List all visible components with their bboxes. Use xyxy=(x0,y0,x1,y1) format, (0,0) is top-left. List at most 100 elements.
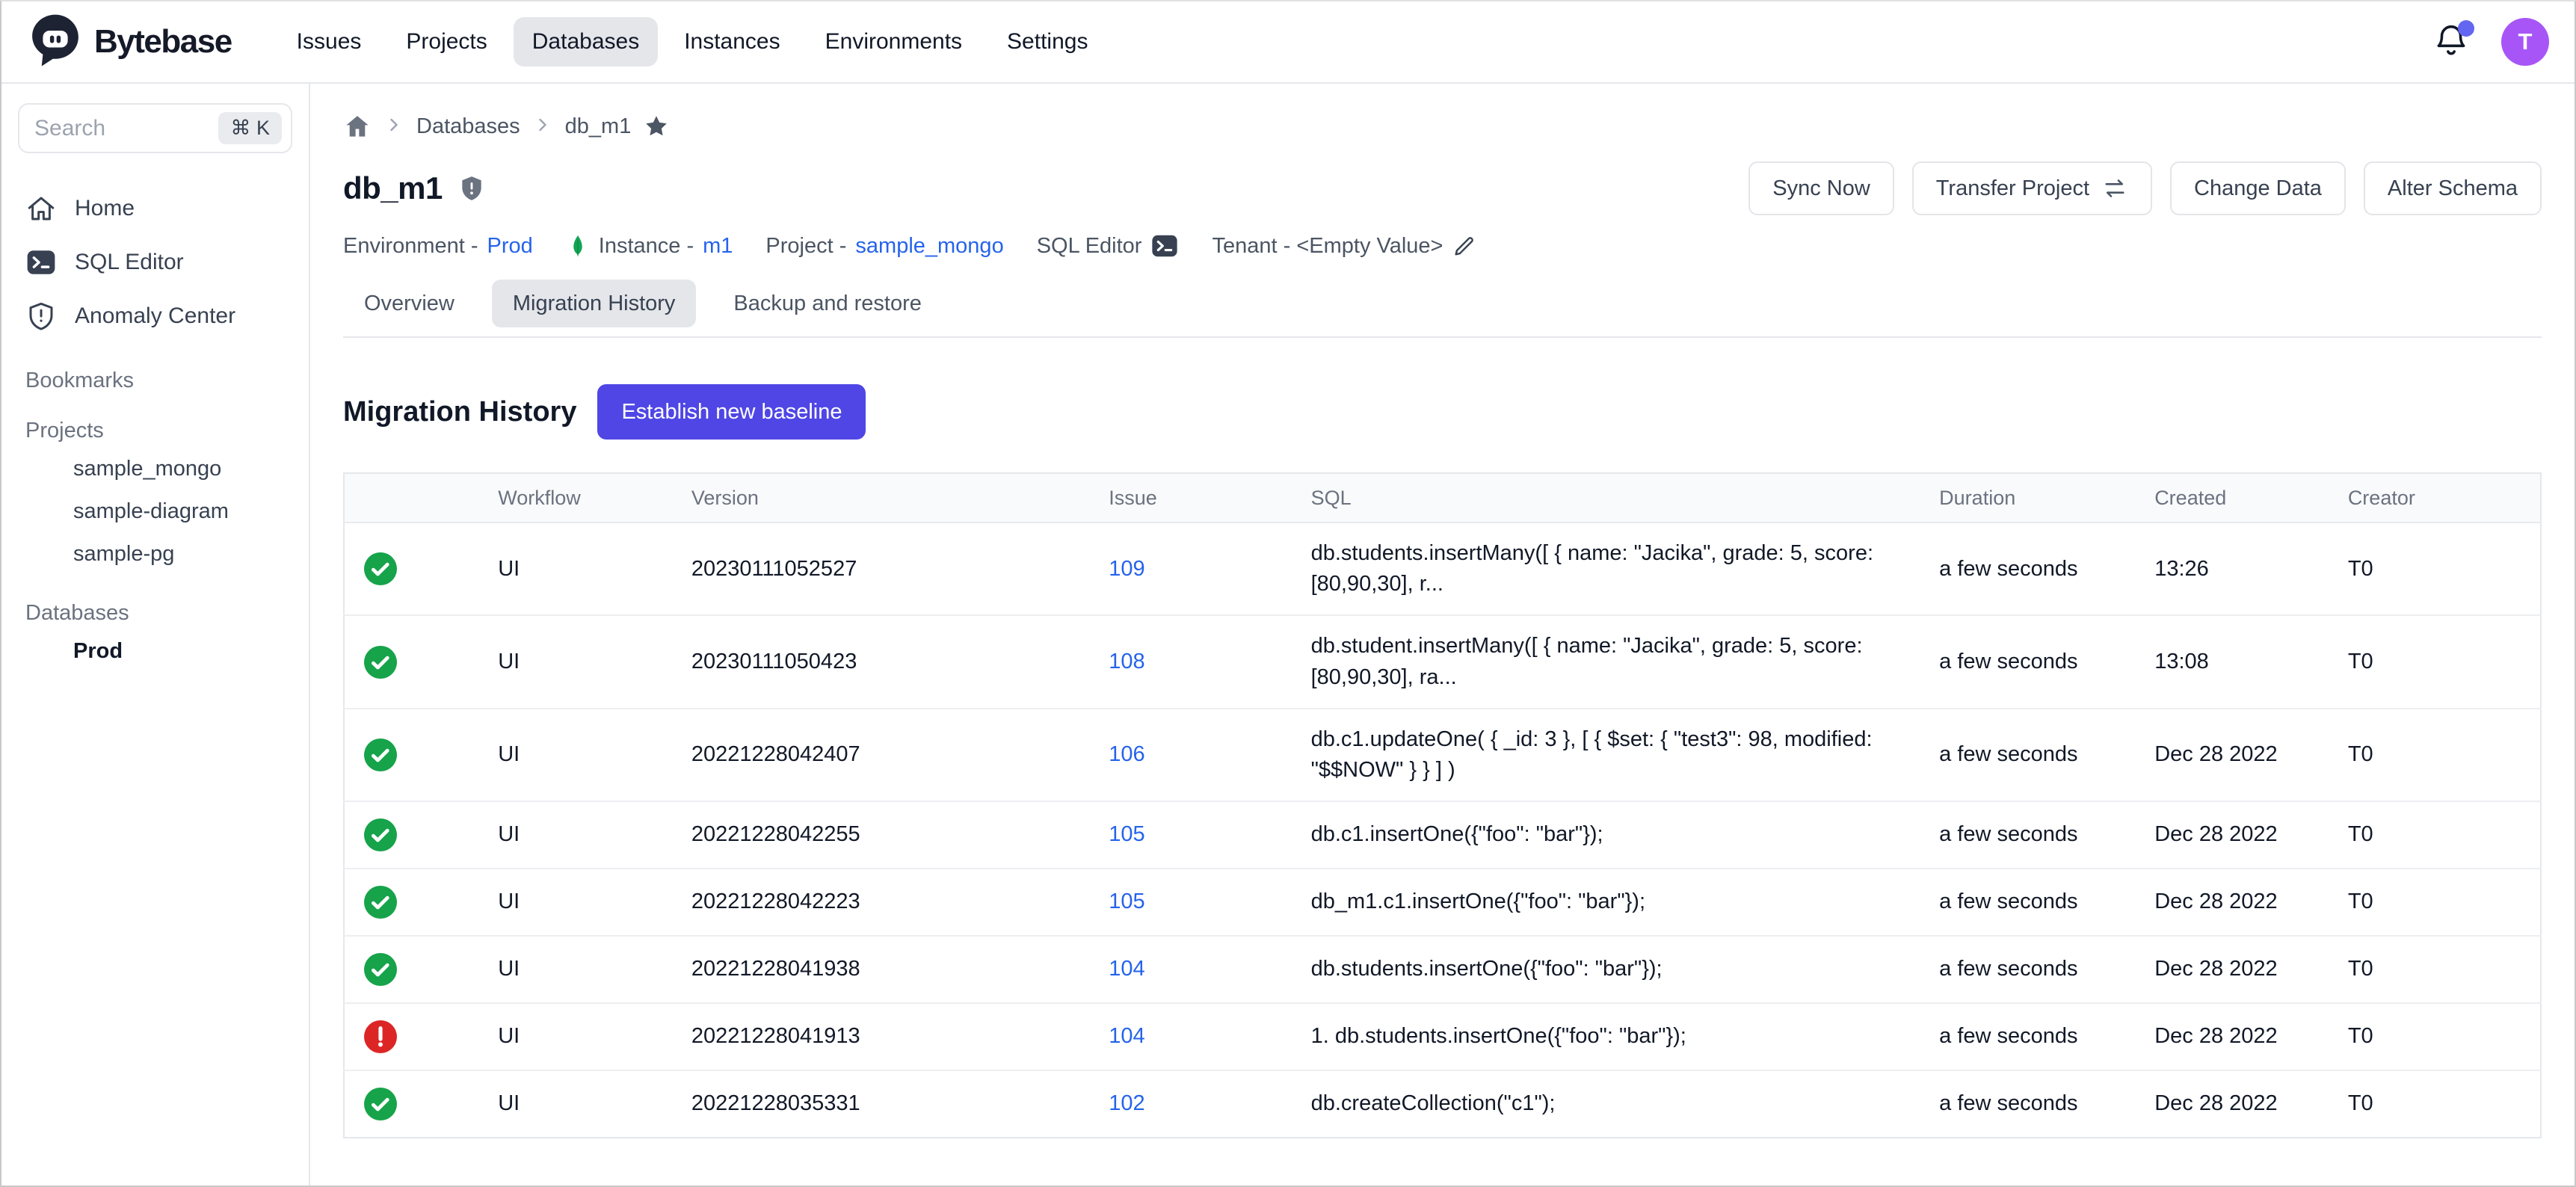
sql-cell: db.student.insertMany([ { name: "Jacika"… xyxy=(1293,615,1922,708)
created-cell: Dec 28 2022 xyxy=(2136,1003,2330,1070)
sidebar-nav: Home SQL EditorAnomaly Center xyxy=(18,182,292,343)
page-header: Databases db_m1 db_m1 xyxy=(310,84,2575,338)
shield-icon xyxy=(457,174,486,203)
project-link[interactable]: sample_mongo xyxy=(855,234,1003,259)
migration-table: WorkflowVersionIssueSQLDurationCreatedCr… xyxy=(343,472,2542,1138)
search-input[interactable] xyxy=(34,116,211,141)
sidebar-item-sample-mongo[interactable]: sample_mongo xyxy=(18,448,292,490)
breadcrumb-databases[interactable]: Databases xyxy=(416,114,520,139)
sidebar-item-home[interactable]: Home xyxy=(18,182,292,235)
notifications-button[interactable] xyxy=(2432,23,2470,61)
workflow-cell: UI xyxy=(480,709,674,801)
table-row: UI20221228042255105db.c1.insertOne({"foo… xyxy=(344,801,2541,869)
issue-link[interactable]: 105 xyxy=(1109,890,1144,913)
workflow-cell: UI xyxy=(480,936,674,1003)
sidebar: ⌘ K Home SQL EditorAnomaly Center Bookmar… xyxy=(1,84,310,1186)
issue-link[interactable]: 104 xyxy=(1109,1024,1144,1048)
migration-table-header-row: WorkflowVersionIssueSQLDurationCreatedCr… xyxy=(344,473,2541,522)
sidebar-item-label: Home xyxy=(75,196,135,221)
workflow-cell: UI xyxy=(480,869,674,936)
nav-item-databases[interactable]: Databases xyxy=(514,17,658,67)
issue-link[interactable]: 109 xyxy=(1109,557,1144,581)
column-header-issue: Issue xyxy=(1091,473,1292,522)
sidebar-section-databases: Databases xyxy=(25,601,292,626)
version-cell: 20221228042255 xyxy=(674,801,1091,869)
creator-cell: T0 xyxy=(2330,522,2541,615)
status-cell xyxy=(344,1003,480,1070)
sync-now-button[interactable]: Sync Now xyxy=(1748,161,1894,215)
meta-sql-editor[interactable]: SQL Editor xyxy=(1037,232,1180,260)
nav-item-instances[interactable]: Instances xyxy=(665,17,798,67)
table-row: UI20221228042223105db_m1.c1.insertOne({"… xyxy=(344,869,2541,936)
created-cell: Dec 28 2022 xyxy=(2136,936,2330,1003)
pencil-icon[interactable] xyxy=(1452,233,1477,259)
issue-link[interactable]: 108 xyxy=(1109,650,1144,673)
home-icon[interactable] xyxy=(343,112,372,141)
tab-migration-history[interactable]: Migration History xyxy=(492,280,697,327)
tab-overview[interactable]: Overview xyxy=(343,280,475,327)
sidebar-item-sql-editor[interactable]: SQL Editor xyxy=(18,235,292,289)
brand[interactable]: Bytebase xyxy=(27,12,232,73)
version-cell: 20221228042407 xyxy=(674,709,1091,801)
nav-item-settings[interactable]: Settings xyxy=(988,17,1106,67)
content: Migration History Establish new baseline… xyxy=(310,338,2575,1138)
issue-cell: 105 xyxy=(1091,801,1292,869)
issue-link[interactable]: 102 xyxy=(1109,1091,1144,1115)
issue-link[interactable]: 104 xyxy=(1109,957,1144,981)
instance-link[interactable]: m1 xyxy=(703,234,733,259)
success-check-icon xyxy=(363,884,462,920)
app-window: Bytebase IssuesProjectsDatabasesInstance… xyxy=(0,0,2576,1187)
version-cell: 20221228041938 xyxy=(674,936,1091,1003)
created-cell: 13:26 xyxy=(2136,522,2330,615)
sidebar-item-sample-diagram[interactable]: sample-diagram xyxy=(18,490,292,533)
search-box[interactable]: ⌘ K xyxy=(18,103,292,153)
button-label: Transfer Project xyxy=(1936,176,2089,201)
version-cell: 20230111050423 xyxy=(674,615,1091,708)
column-header-sql: SQL xyxy=(1293,473,1922,522)
avatar[interactable]: T xyxy=(2501,18,2549,66)
alter-schema-button[interactable]: Alter Schema xyxy=(2364,161,2542,215)
issue-link[interactable]: 106 xyxy=(1109,742,1144,766)
column-header-workflow: Workflow xyxy=(480,473,674,522)
environment-link[interactable]: Prod xyxy=(487,234,533,259)
button-label: Alter Schema xyxy=(2388,176,2518,201)
sidebar-item-prod[interactable]: Prod xyxy=(18,630,292,673)
bytebase-logo-icon xyxy=(27,12,84,73)
shield-alert-icon xyxy=(25,300,57,332)
home-icon xyxy=(25,193,57,224)
top-nav: Bytebase IssuesProjectsDatabasesInstance… xyxy=(1,1,2575,84)
star-icon[interactable] xyxy=(643,113,670,140)
created-cell: Dec 28 2022 xyxy=(2136,1070,2330,1138)
sidebar-item-sample-pg[interactable]: sample-pg xyxy=(18,533,292,576)
brand-name: Bytebase xyxy=(94,23,232,61)
sidebar-item-anomaly-center[interactable]: Anomaly Center xyxy=(18,289,292,343)
sql-cell: db.createCollection("c1"); xyxy=(1293,1070,1922,1138)
issue-cell: 106 xyxy=(1091,709,1292,801)
nav-item-environments[interactable]: Environments xyxy=(807,17,981,67)
sidebar-section-bookmarks: Bookmarks xyxy=(25,369,292,393)
sql-cell: db.students.insertOne({"foo": "bar"}); xyxy=(1293,936,1922,1003)
table-row: UI20230111050423108db.student.insertMany… xyxy=(344,615,2541,708)
success-check-icon xyxy=(363,817,462,853)
nav-item-projects[interactable]: Projects xyxy=(387,17,505,67)
issue-link[interactable]: 105 xyxy=(1109,822,1144,846)
workflow-cell: UI xyxy=(480,522,674,615)
success-check-icon xyxy=(363,551,462,587)
creator-cell: T0 xyxy=(2330,615,2541,708)
transfer-project-button[interactable]: Transfer Project xyxy=(1912,161,2152,215)
status-cell xyxy=(344,522,480,615)
creator-cell: T0 xyxy=(2330,709,2541,801)
duration-cell: a few seconds xyxy=(1921,522,2136,615)
table-row: UI20221228042407106db.c1.updateOne( { _i… xyxy=(344,709,2541,801)
page-title: db_m1 xyxy=(343,170,443,206)
meta-instance: Instance - m1 xyxy=(566,234,733,259)
meta-project: Project - sample_mongo xyxy=(765,234,1003,259)
tab-backup-and-restore[interactable]: Backup and restore xyxy=(712,280,942,327)
sql-cell: 1. db.students.insertOne({"foo": "bar"})… xyxy=(1293,1003,1922,1070)
nav-item-issues[interactable]: Issues xyxy=(278,17,380,67)
establish-baseline-button[interactable]: Establish new baseline xyxy=(597,384,866,440)
issue-cell: 105 xyxy=(1091,869,1292,936)
transfer-icon xyxy=(2101,175,2128,202)
column-header-status xyxy=(344,473,480,522)
change-data-button[interactable]: Change Data xyxy=(2170,161,2346,215)
